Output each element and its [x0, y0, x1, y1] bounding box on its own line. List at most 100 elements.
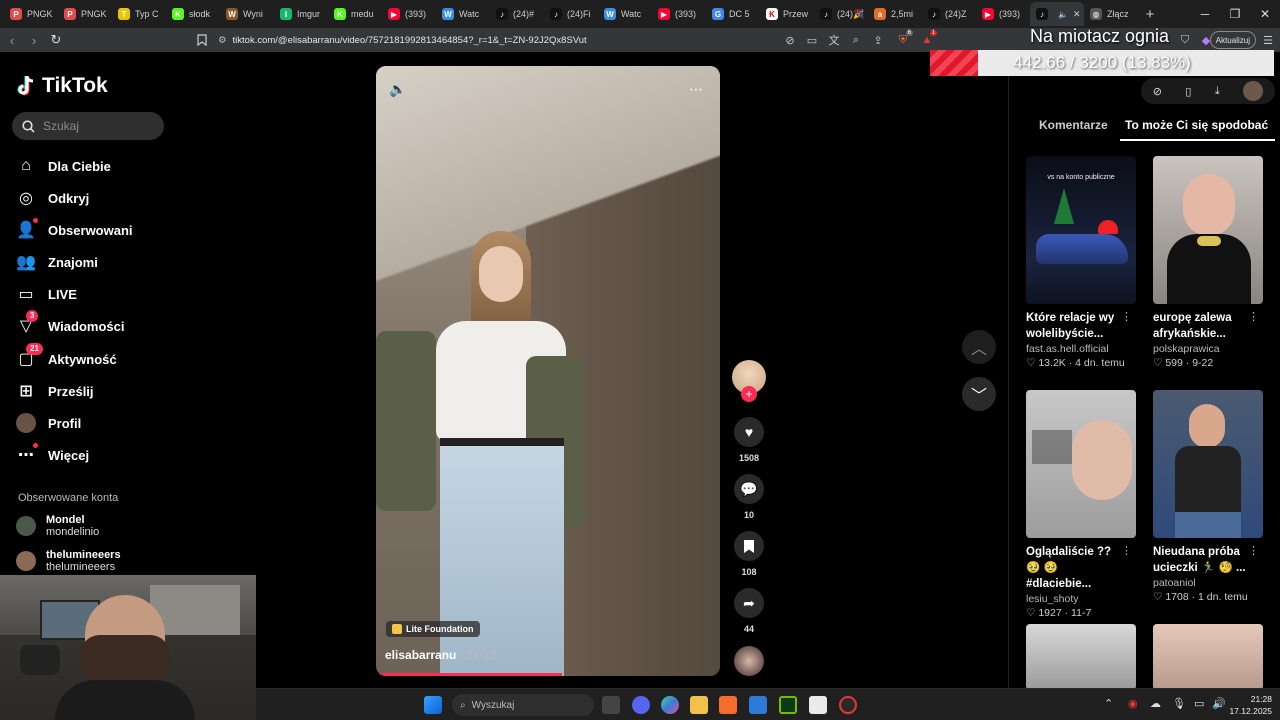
brave-icon[interactable] — [719, 696, 737, 714]
card-author[interactable]: fast.as.hell.official — [1026, 343, 1136, 355]
minimize-icon[interactable]: ─ — [1190, 0, 1220, 28]
network-icon[interactable]: ▭ — [1194, 697, 1204, 710]
phone-icon[interactable]: ▯ — [1185, 85, 1191, 98]
save-button[interactable]: 108 — [732, 531, 766, 577]
browser-tab[interactable]: T Typ C — [112, 2, 166, 26]
onedrive-icon[interactable]: ☁ — [1150, 697, 1161, 710]
more-vertical-icon[interactable]: ⋮ — [1248, 310, 1259, 323]
followed-account[interactable]: Mondel mondelinio — [16, 514, 99, 538]
recommended-card[interactable]: Nieudana próba ucieczki 🏃‍♂️ 🧐 ... ⋮ pat… — [1153, 390, 1263, 603]
recommended-card[interactable]: europę zalewa afrykańskie... ⋮ polskapra… — [1153, 156, 1263, 369]
browser-tab[interactable]: W Watc — [436, 2, 490, 26]
sidebar-item-more[interactable]: ⋯ Więcej — [16, 443, 89, 467]
volume-icon[interactable]: 🔈 — [388, 79, 408, 99]
reload-icon[interactable]: ↻ — [46, 30, 66, 50]
browser-tab[interactable]: ▶ (393) — [976, 2, 1030, 26]
task-view-icon[interactable] — [602, 696, 620, 714]
tiktok-logo[interactable]: TikTok — [16, 74, 108, 98]
browser-tab[interactable]: W Wyni — [220, 2, 274, 26]
like-button[interactable]: ♥ 1508 — [732, 417, 766, 463]
previous-video-button[interactable]: ︿ — [962, 330, 996, 364]
video-thumbnail[interactable] — [1153, 624, 1263, 690]
next-video-button[interactable]: ﹀ — [962, 377, 996, 411]
copilot-icon[interactable] — [661, 696, 679, 714]
video-thumbnail[interactable] — [1153, 390, 1263, 538]
browser-tab[interactable]: ♪ 🔈 ✕ — [1030, 2, 1084, 26]
compass-icon[interactable]: ⊘ — [1153, 85, 1162, 98]
tab-recommended[interactable]: To może Ci się spodobać — [1125, 118, 1268, 132]
sidebar-item-upload[interactable]: ⊞ Prześlij — [16, 379, 93, 403]
video-thumbnail[interactable] — [1026, 624, 1136, 690]
start-icon[interactable] — [424, 696, 442, 714]
nvidia-icon[interactable] — [779, 696, 797, 714]
browser-tab[interactable]: ♪ (24)🎉 — [814, 2, 868, 26]
video-progress-bar[interactable] — [376, 673, 562, 676]
browser-tab[interactable]: Kmedu — [328, 2, 382, 26]
sidebar-item-friends[interactable]: 👥 Znajomi — [16, 250, 98, 274]
video-author[interactable]: elisabarranu · 11-13 — [385, 648, 497, 662]
comment-button[interactable]: 💬 10 — [732, 474, 766, 520]
folder-icon[interactable] — [690, 696, 708, 714]
browser-tab[interactable]: Ksłodk — [166, 2, 220, 26]
more-options-icon[interactable]: ⋯ — [686, 79, 706, 99]
browser-tab[interactable]: G DC 5 — [706, 2, 760, 26]
sound-avatar[interactable] — [732, 646, 766, 676]
store-icon[interactable] — [749, 696, 767, 714]
sidebar-item-home[interactable]: ⌂ Dla Ciebie — [16, 154, 111, 178]
bookmark-icon[interactable] — [192, 30, 212, 50]
browser-tab[interactable]: P PNGK — [58, 2, 112, 26]
tab-comments[interactable]: Komentarze — [1039, 118, 1108, 132]
tab-audio-icon[interactable]: 🔈 — [1058, 10, 1068, 19]
sidebar-item-messages[interactable]: ▽ 3 Wiadomości — [16, 310, 124, 338]
browser-tab[interactable]: ♪ (24)# — [490, 2, 544, 26]
search-input[interactable]: Szukaj — [12, 112, 164, 140]
notepad-icon[interactable] — [809, 696, 827, 714]
follow-plus-icon[interactable]: + — [741, 386, 757, 402]
microphone-icon[interactable]: 🎙 — [1172, 697, 1186, 710]
card-author[interactable]: patoaniol — [1153, 577, 1263, 589]
back-icon[interactable]: ‹ — [2, 30, 22, 50]
browser-tab[interactable]: I Imgur — [274, 2, 328, 26]
browser-tab[interactable]: ▶ (393) — [652, 2, 706, 26]
browser-tab[interactable]: a 2,5mi — [868, 2, 922, 26]
sidebar-item-live[interactable]: ▭ LIVE — [16, 282, 76, 306]
card-author[interactable]: lesiu_shoty — [1026, 593, 1136, 605]
tab-close-icon[interactable]: ✕ — [1073, 9, 1081, 20]
browser-tab[interactable]: W Watc — [598, 2, 652, 26]
more-vertical-icon[interactable]: ⋮ — [1121, 544, 1132, 557]
browser-tab[interactable]: ◍ Złącz — [1084, 2, 1138, 26]
sidebar-item-compass[interactable]: ◎ Odkryj — [16, 186, 89, 210]
author-avatar-button[interactable]: + — [732, 360, 766, 402]
discord-icon[interactable] — [632, 696, 650, 714]
vpn-icon[interactable]: ⛉ — [1175, 30, 1195, 50]
browser-tab[interactable]: ▶ (393) — [382, 2, 436, 26]
site-info-icon[interactable]: ⚙ — [218, 35, 227, 46]
clock[interactable]: 21:28 17.12.2025 — [1229, 693, 1272, 717]
speaker-icon[interactable]: 🔊 — [1212, 697, 1226, 710]
card-author[interactable]: polskaprawica — [1153, 343, 1263, 355]
translate-icon[interactable]: 文 — [824, 30, 844, 50]
video-thumbnail[interactable] — [1026, 390, 1136, 538]
more-vertical-icon[interactable]: ⋮ — [1248, 544, 1259, 557]
maximize-icon[interactable]: ❐ — [1220, 0, 1250, 28]
alert-icon[interactable]: ▲ 1 — [917, 30, 937, 50]
download-icon[interactable]: ⤓ — [1215, 85, 1220, 98]
new-tab-button[interactable]: + — [1138, 2, 1162, 26]
share-icon[interactable]: ⇪ — [868, 30, 888, 50]
more-vertical-icon[interactable]: ⋮ — [1121, 310, 1132, 323]
followed-account[interactable]: thelumineeers thelumineeers — [16, 549, 121, 573]
taskbar-search[interactable]: ⌕ Wyszukaj — [452, 694, 594, 716]
video-player[interactable]: 🔈 ⋯ Lite Foundation elisabarranu · 11-13 — [376, 66, 720, 676]
recommended-card[interactable] — [1153, 624, 1263, 690]
tray-app-icon[interactable]: ◉ — [1128, 697, 1138, 710]
brave-shield-icon[interactable]: ⛨ 6 — [893, 30, 913, 50]
close-window-icon[interactable]: ✕ — [1250, 0, 1280, 28]
recommended-card[interactable] — [1026, 624, 1136, 690]
video-thumbnail[interactable] — [1153, 156, 1263, 304]
share-button[interactable]: ➦ 44 — [732, 588, 766, 634]
browser-tab[interactable]: P PNGK — [4, 2, 58, 26]
browser-tab[interactable]: ♪ (24)Z — [922, 2, 976, 26]
sidebar-item-activity[interactable]: ▢ 21 Aktywność — [16, 343, 117, 371]
browser-tab[interactable]: ♪ (24)Fi — [544, 2, 598, 26]
forward-icon[interactable]: › — [24, 30, 44, 50]
